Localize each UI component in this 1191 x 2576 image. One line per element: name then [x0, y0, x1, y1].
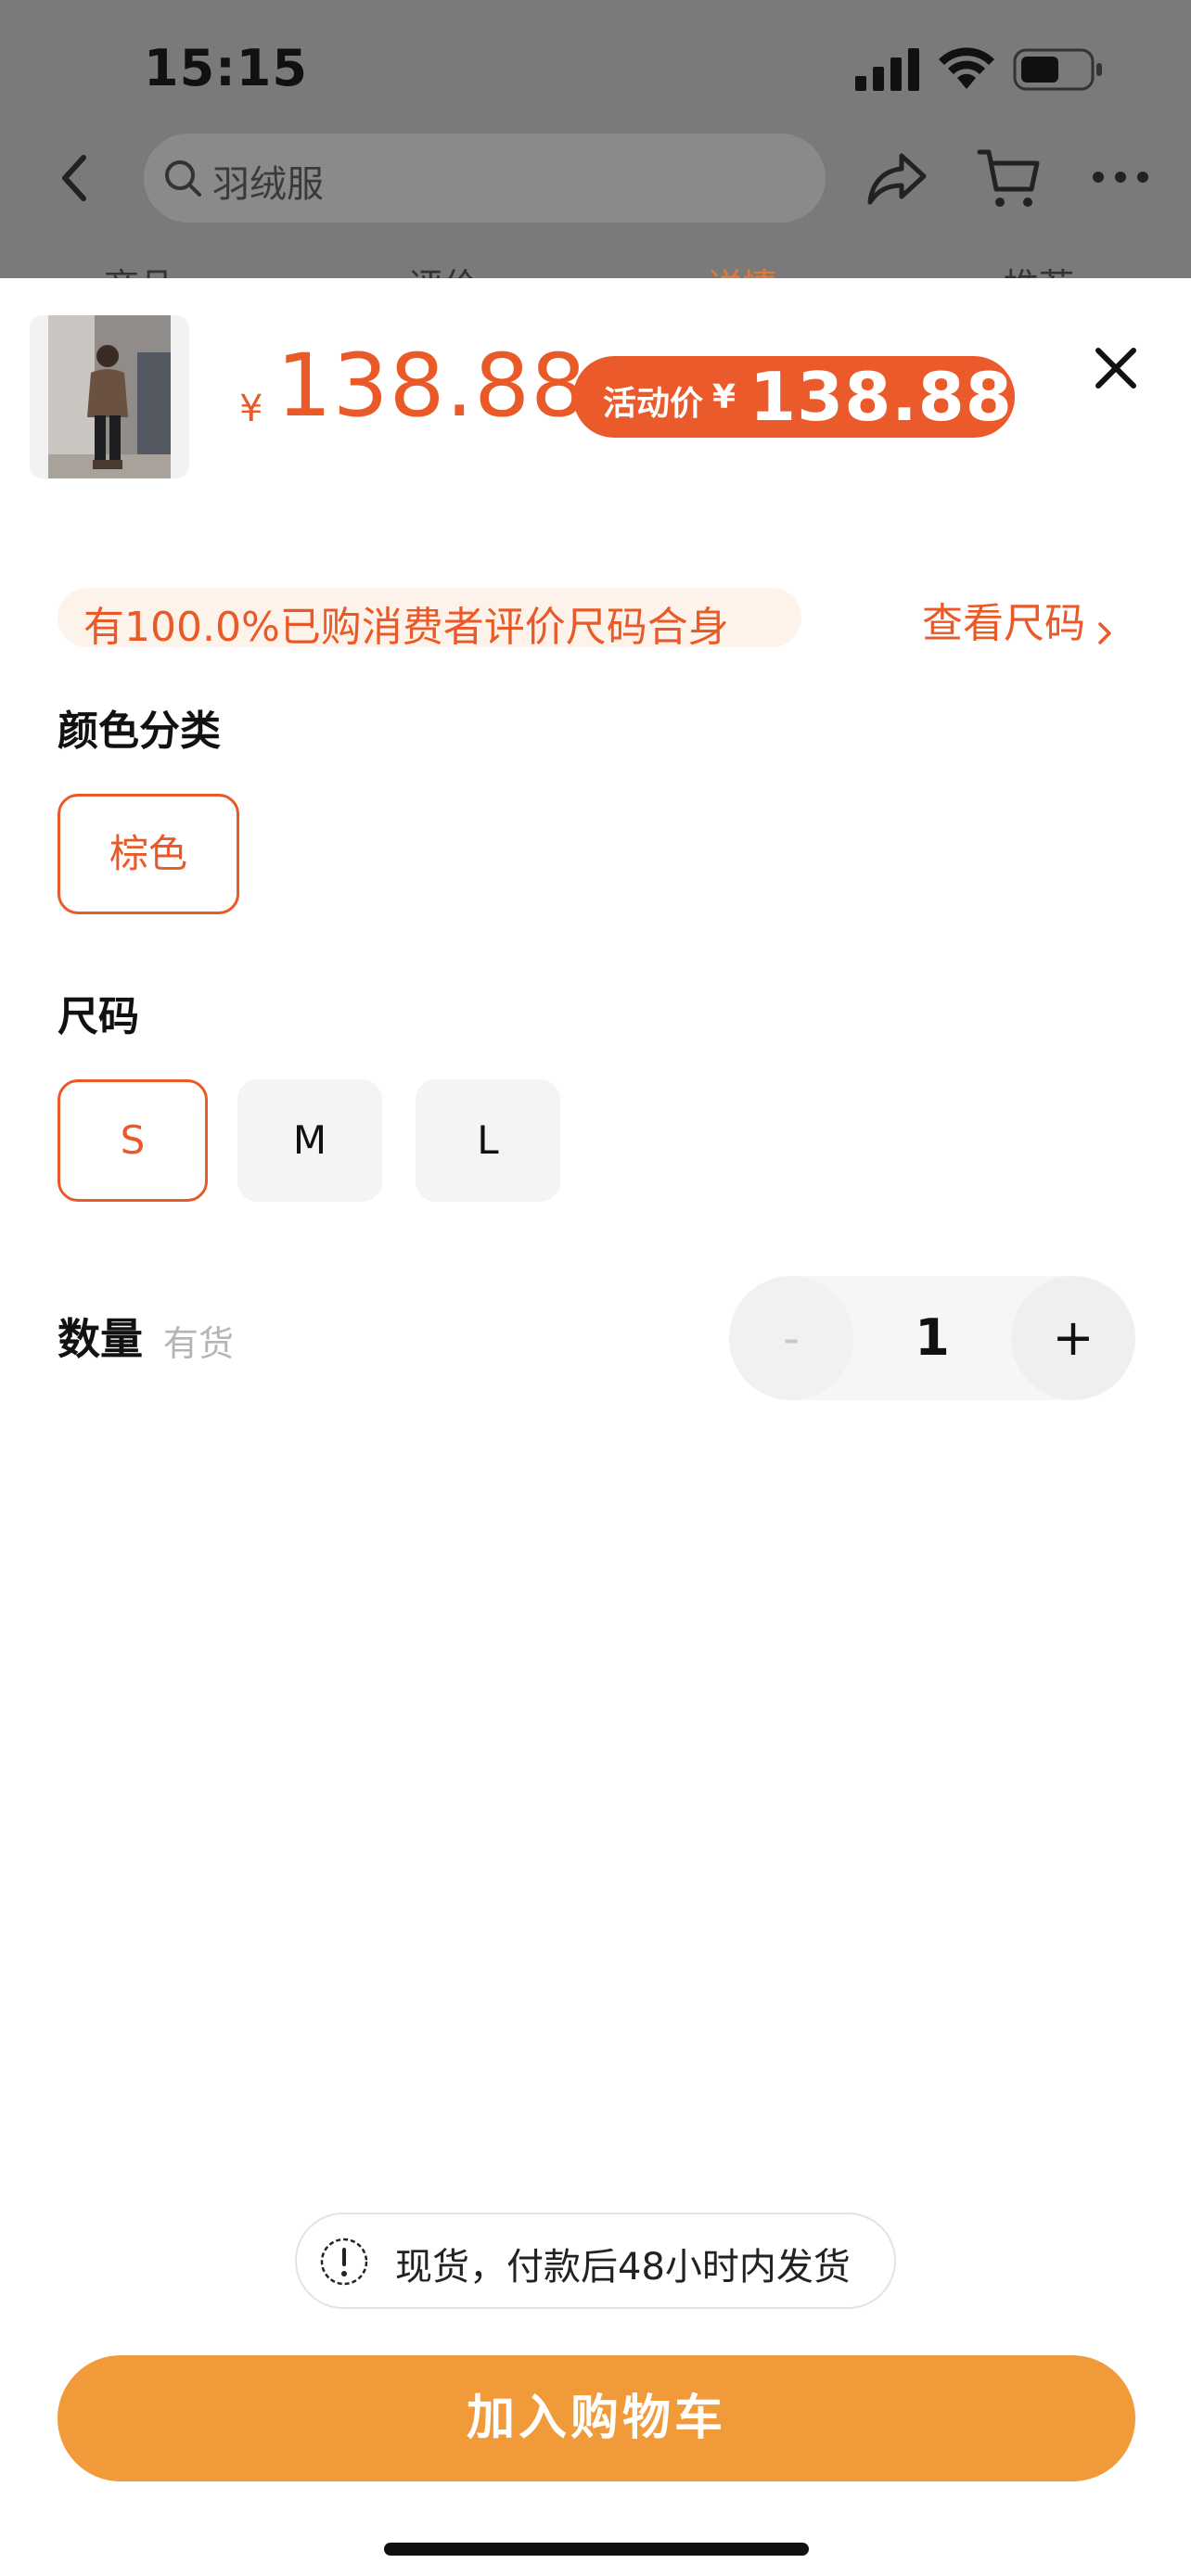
cellular-signal-icon — [855, 48, 919, 91]
back-arrow-icon[interactable] — [48, 150, 104, 206]
promo-currency: ¥ — [712, 378, 736, 416]
product-photo — [48, 315, 171, 478]
promo-price: 138.88 — [749, 358, 1013, 436]
size-option-s[interactable]: S — [58, 1079, 208, 1202]
stock-status: 有货 — [163, 1323, 235, 1364]
tab-bar-peek: 商品 评价 详情 推荐 — [0, 250, 1191, 278]
search-placeholder: 羽绒服 — [212, 163, 324, 206]
battery-icon — [1013, 48, 1102, 91]
product-thumbnail[interactable] — [30, 315, 189, 478]
price-value: 138.88 — [276, 336, 587, 437]
tab-details[interactable]: 详情 — [707, 258, 777, 278]
size-section-title: 尺码 — [58, 993, 139, 1040]
size-guide-label: 查看尺码 — [922, 600, 1085, 647]
cart-icon[interactable] — [976, 145, 1041, 211]
quantity-stepper: - 1 + — [729, 1276, 1135, 1400]
background-page-overlay: 15:15 羽绒服 — [0, 0, 1191, 278]
color-option-brown[interactable]: 棕色 — [58, 794, 239, 914]
status-time: 15:15 — [144, 39, 308, 97]
promo-label: 活动价 — [603, 385, 704, 423]
tab-recommend[interactable]: 推荐 — [1004, 258, 1074, 278]
nav-bar: 羽绒服 — [0, 130, 1191, 232]
size-fit-text: 有100.0%已购消费者评价尺码合身 — [83, 604, 729, 651]
size-option-l[interactable]: L — [416, 1079, 560, 1202]
sku-selector-sheet: ¥ 138.88 活动价 ¥ 138.88 有100.0%已购消费者评价尺码合身… — [0, 278, 1191, 2576]
status-bar: 15:15 — [0, 0, 1191, 139]
share-icon[interactable] — [864, 147, 929, 211]
shipping-notice-text: 现货，付款后48小时内发货 — [395, 2246, 851, 2289]
search-input[interactable]: 羽绒服 — [144, 134, 826, 223]
shipping-notice: 现货，付款后48小时内发货 — [295, 2213, 896, 2309]
quantity-decrease-button[interactable]: - — [729, 1276, 853, 1400]
wifi-icon — [939, 47, 994, 89]
size-fit-summary: 有100.0%已购消费者评价尺码合身 — [58, 588, 801, 651]
tab-reviews[interactable]: 评价 — [408, 258, 479, 278]
size-option-m[interactable]: M — [237, 1079, 382, 1202]
chevron-right-icon — [1098, 621, 1111, 644]
color-section-title: 颜色分类 — [58, 708, 221, 755]
more-options-icon[interactable] — [1091, 163, 1150, 191]
promo-price-badge: 活动价 ¥ 138.88 — [573, 356, 1015, 438]
close-icon[interactable] — [1093, 345, 1139, 391]
tab-product[interactable]: 商品 — [104, 258, 174, 278]
size-guide-link[interactable]: 查看尺码 — [922, 590, 1117, 647]
info-icon — [320, 2238, 368, 2286]
quantity-value[interactable]: 1 — [887, 1276, 978, 1400]
price-currency: ¥ — [239, 388, 263, 430]
home-indicator[interactable] — [384, 2543, 809, 2556]
quantity-label: 数量 — [58, 1314, 143, 1364]
search-icon — [165, 160, 201, 197]
quantity-increase-button[interactable]: + — [1011, 1276, 1135, 1400]
add-to-cart-button[interactable]: 加入购物车 — [58, 2355, 1135, 2481]
